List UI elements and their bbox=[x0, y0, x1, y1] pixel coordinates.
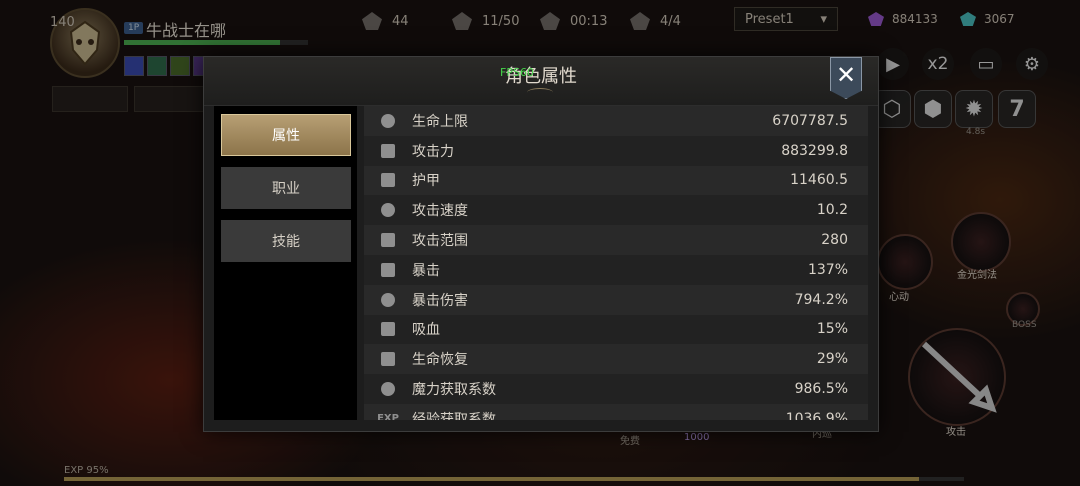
attack-range-icon bbox=[364, 233, 412, 248]
attribute-label: 生命上限 bbox=[412, 113, 468, 130]
attribute-value: 986.5% bbox=[794, 381, 848, 398]
character-attributes-dialog: 角色属性 FPS60 ✕ 属性 职业 技能 生命上限 6707787.5 攻击力 88… bbox=[203, 56, 879, 432]
attribute-value: 1036.9% bbox=[785, 410, 848, 420]
attribute-label: 护甲 bbox=[412, 173, 440, 190]
attribute-row: 吸血 15% bbox=[364, 314, 868, 345]
attribute-row: 生命恢复 29% bbox=[364, 344, 868, 375]
attribute-value: 883299.8 bbox=[781, 142, 848, 159]
attribute-row: 攻击速度 10.2 bbox=[364, 195, 868, 226]
crit-icon bbox=[364, 262, 412, 277]
dialog-title: 角色属性 bbox=[505, 66, 577, 87]
attribute-label: 暴击 bbox=[412, 262, 440, 279]
attribute-value: 137% bbox=[807, 261, 848, 278]
attribute-value: 10.2 bbox=[816, 202, 848, 219]
heal-icon bbox=[364, 352, 412, 367]
heart-icon bbox=[364, 113, 412, 128]
attribute-row: 魔力获取系数 986.5% bbox=[364, 374, 868, 404]
attribute-row: 攻击范围 280 bbox=[364, 225, 868, 255]
attribute-label: 魔力获取系数 bbox=[412, 382, 496, 399]
fps-counter: FPS60 bbox=[500, 66, 534, 79]
attack-speed-icon bbox=[364, 203, 412, 218]
attribute-value: 280 bbox=[821, 232, 848, 249]
attribute-label: 经验获取系数 bbox=[412, 411, 496, 420]
close-button[interactable]: ✕ bbox=[830, 57, 862, 99]
attribute-value: 6707787.5 bbox=[772, 112, 848, 129]
tab-attributes[interactable]: 属性 bbox=[221, 114, 351, 156]
blood-drop-icon bbox=[364, 322, 412, 337]
dialog-sidebar: 属性 职业 技能 bbox=[214, 106, 357, 420]
attribute-label: 吸血 bbox=[412, 322, 440, 339]
attribute-label: 攻击速度 bbox=[412, 203, 468, 220]
attribute-value: 29% bbox=[816, 351, 848, 368]
sword-icon bbox=[364, 143, 412, 158]
close-icon: ✕ bbox=[835, 61, 857, 89]
tab-class[interactable]: 职业 bbox=[221, 167, 351, 209]
attribute-row: 攻击力 883299.8 bbox=[364, 135, 868, 166]
attribute-row: 暴击 137% bbox=[364, 254, 868, 285]
dialog-header: 角色属性 FPS60 ✕ bbox=[204, 57, 878, 106]
attribute-value: 11460.5 bbox=[790, 172, 848, 189]
attribute-label: 攻击力 bbox=[412, 143, 454, 160]
flame-icon bbox=[364, 292, 412, 307]
bomb-icon bbox=[364, 382, 412, 397]
shield-icon bbox=[364, 173, 412, 188]
attribute-row: 护甲 11460.5 bbox=[364, 165, 868, 196]
title-ornament bbox=[527, 88, 553, 97]
exp-icon: EXP bbox=[377, 413, 399, 420]
attribute-row: 暴击伤害 794.2% bbox=[364, 284, 868, 315]
attribute-label: 暴击伤害 bbox=[412, 292, 468, 309]
tab-skills[interactable]: 技能 bbox=[221, 220, 351, 262]
attribute-value: 794.2% bbox=[794, 291, 848, 308]
attribute-row: 生命上限 6707787.5 bbox=[364, 106, 868, 136]
attribute-value: 15% bbox=[816, 321, 848, 338]
attribute-list[interactable]: 生命上限 6707787.5 攻击力 883299.8 护甲 11460.5 攻击速度 10.… bbox=[364, 106, 868, 420]
attribute-label: 攻击范围 bbox=[412, 233, 468, 250]
attribute-label: 生命恢复 bbox=[412, 352, 468, 369]
attribute-row: EXP 经验获取系数 1036.9% bbox=[364, 403, 868, 420]
